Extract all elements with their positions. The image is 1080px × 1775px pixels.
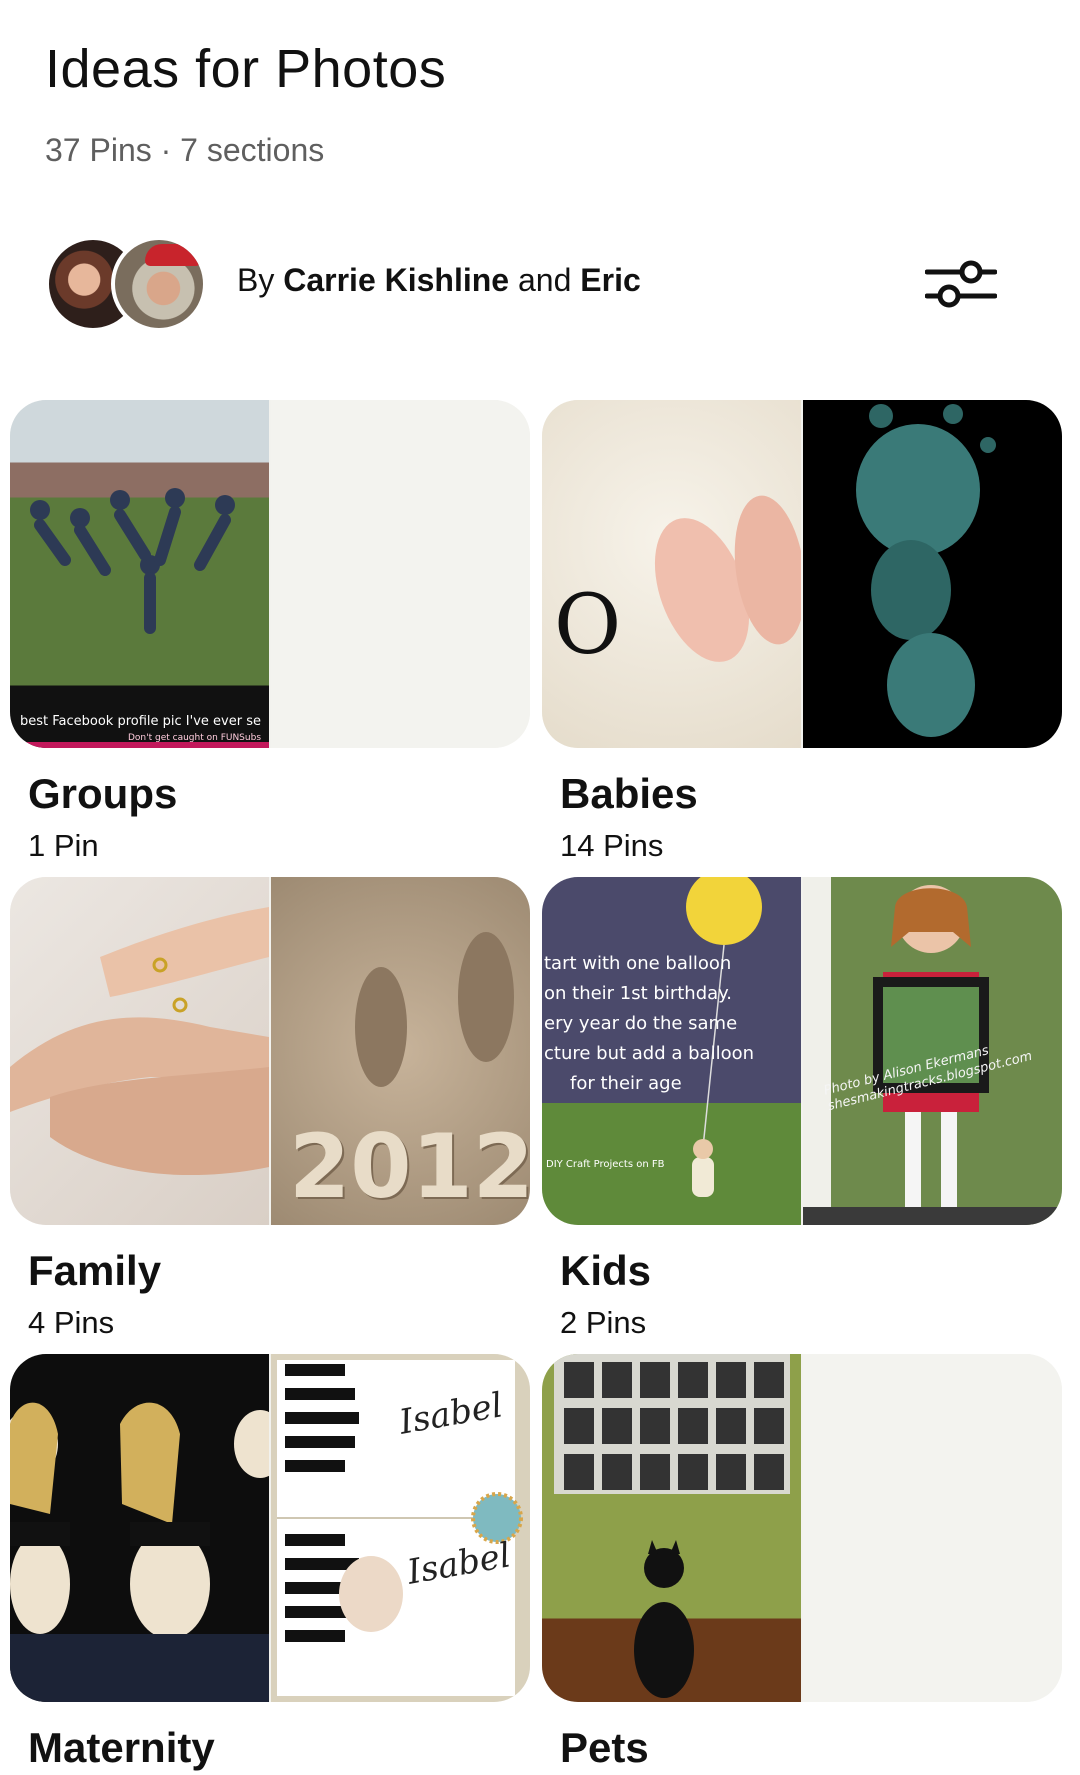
pin-count: 14 Pins	[560, 828, 664, 863]
pin-text-line: on their 1st birthday.	[544, 983, 732, 1004]
pin-image	[542, 1354, 801, 1702]
pin-image: best Facebook profile pic I've ever se D…	[10, 400, 269, 748]
pin-image: tart with one balloon on their 1st birth…	[542, 877, 801, 1225]
pin-count: 4 Pins	[28, 1305, 115, 1340]
board-section-pets[interactable]: Pets	[542, 1354, 1062, 1771]
and-label: and	[517, 262, 572, 298]
board-cover[interactable]: O	[542, 400, 1062, 748]
board-cover[interactable]	[542, 1354, 1062, 1702]
board-name[interactable]: Babies	[560, 770, 698, 818]
sand-text: 2012	[289, 1115, 530, 1218]
board-section-family[interactable]: 2012 Family 4 Pins	[10, 877, 530, 1340]
owners-row[interactable]: By Carrie Kishline and Eric	[45, 236, 1045, 332]
pin-image: O	[542, 400, 801, 748]
board-title: Ideas for Photos	[45, 39, 447, 99]
pin-image: Isabel Isabel	[271, 1354, 530, 1702]
by-label: By	[237, 262, 275, 298]
pin-count: 2 Pins	[560, 1305, 647, 1340]
board-name[interactable]: Kids	[560, 1247, 651, 1295]
board-name[interactable]: Pets	[560, 1724, 649, 1772]
empty-placeholder	[271, 400, 530, 748]
board-cover[interactable]: Isabel Isabel	[10, 1354, 530, 1702]
board-section-maternity[interactable]: Isabel Isabel Maternity	[10, 1354, 530, 1771]
board-meta: 37 Pins · 7 sections	[45, 132, 325, 168]
pin-text-line: cture but add a balloon	[544, 1043, 755, 1064]
board-name[interactable]: Family	[28, 1247, 161, 1295]
pin-text-line: tart with one balloon	[544, 953, 732, 974]
board-name[interactable]: Groups	[28, 770, 177, 818]
pin-letter: O	[554, 578, 622, 673]
filter-icon[interactable]	[924, 258, 998, 310]
pin-credit: DIY Craft Projects on FB	[546, 1159, 665, 1170]
owner-name[interactable]: Carrie Kishline	[283, 262, 509, 298]
board-section-kids[interactable]: tart with one balloon on their 1st birth…	[542, 877, 1062, 1340]
pin-image: Photo by Alison Ekermans shesmakingtrack…	[803, 877, 1062, 1225]
empty-placeholder	[803, 1354, 1062, 1702]
board-name[interactable]: Maternity	[28, 1724, 215, 1772]
pin-text-line: ery year do the same	[544, 1013, 738, 1034]
owner-name[interactable]: Eric	[580, 262, 640, 298]
pin-caption: best Facebook profile pic I've ever se	[20, 714, 261, 729]
board-cover[interactable]: 2012	[10, 877, 530, 1225]
board-cover[interactable]: best Facebook profile pic I've ever se D…	[10, 400, 530, 748]
pin-image: 2012	[271, 877, 530, 1225]
byline[interactable]: By Carrie Kishline and Eric	[237, 262, 641, 299]
pin-image	[10, 877, 269, 1225]
pin-text-line: for their age	[570, 1073, 682, 1094]
pin-count: 1 Pin	[28, 828, 99, 863]
pin-image	[10, 1354, 269, 1702]
board-section-groups[interactable]: best Facebook profile pic I've ever se D…	[10, 400, 530, 863]
board-cover[interactable]: tart with one balloon on their 1st birth…	[542, 877, 1062, 1225]
board-section-babies[interactable]: O Babies 14 Pins	[542, 400, 1062, 863]
pin-image	[803, 400, 1062, 748]
avatar[interactable]	[111, 236, 207, 332]
